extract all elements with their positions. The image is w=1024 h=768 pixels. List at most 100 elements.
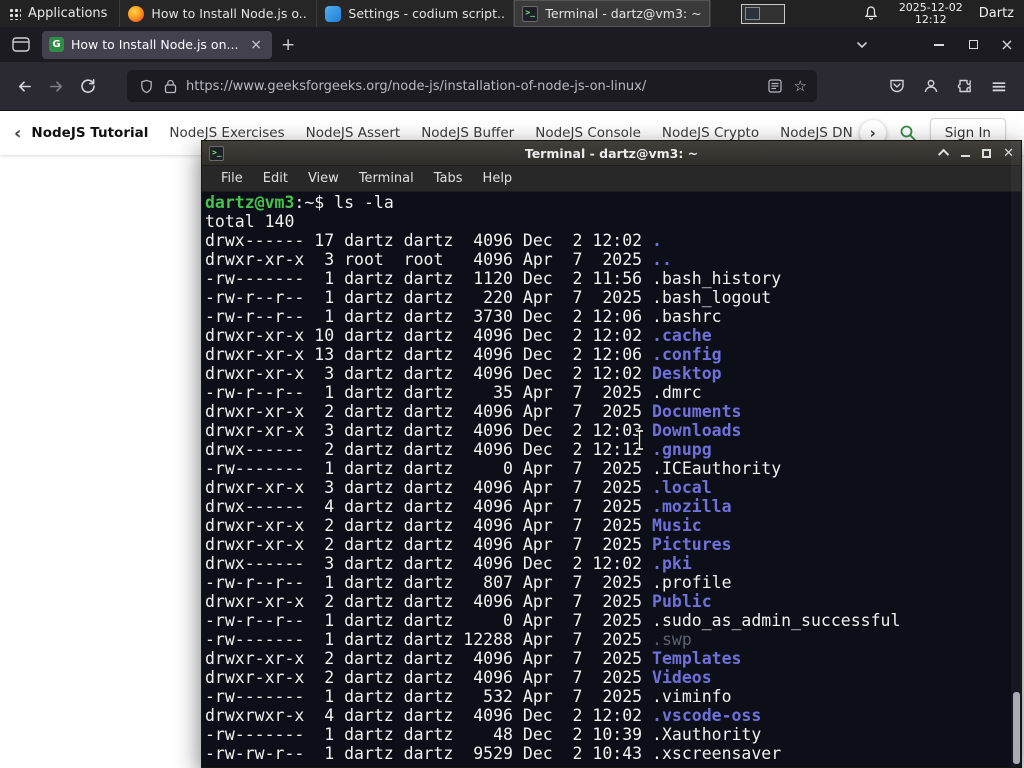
terminal-scrollbar-thumb[interactable] xyxy=(1013,692,1020,764)
browser-window-controls: × xyxy=(922,32,1024,58)
taskbar-window-title: How to Install Node.js o... xyxy=(151,6,309,21)
gfg-nav-item[interactable]: NodeJS Crypto xyxy=(662,125,759,141)
shield-icon[interactable] xyxy=(139,79,154,94)
account-icon[interactable] xyxy=(914,70,948,102)
terminal-menu-edit[interactable]: Edit xyxy=(253,167,298,190)
gfg-nav-item[interactable]: NodeJS Assert xyxy=(306,125,401,141)
firefox-view-icon[interactable] xyxy=(8,33,34,56)
terminal-line: -rw------- 1 dartz dartz 0 Apr 7 2025 .I… xyxy=(205,459,782,478)
gfg-nav-items: NodeJS Tutorial NodeJS Exercises NodeJS As… xyxy=(31,125,851,141)
terminal-menu-file[interactable]: File xyxy=(211,167,253,190)
terminal-line: drwxr-xr-x 3 dartz dartz 4096 Dec 2 12:0… xyxy=(205,364,722,383)
terminal-prompt-line: dartz@vm3:~$ ls -la xyxy=(205,193,394,212)
browser-tab[interactable]: G How to Install Node.js on... × xyxy=(42,30,272,59)
terminal-maximize-icon[interactable] xyxy=(982,148,992,158)
terminal-line: -rw-r--r-- 1 dartz dartz 3730 Dec 2 12:0… xyxy=(205,307,722,326)
gfg-nav-item[interactable]: NodeJS Tutorial xyxy=(31,125,148,141)
gfg-nav-item[interactable]: NodeJS DNS xyxy=(780,125,852,141)
terminal-minimize-icon[interactable] xyxy=(961,155,971,157)
terminal-line: -rw------- 1 dartz dartz 48 Dec 2 10:39 … xyxy=(205,725,762,744)
nav-prev-icon[interactable]: ‹ xyxy=(0,123,31,144)
terminal-line: drwxr-xr-x 3 dartz dartz 4096 Dec 2 12:0… xyxy=(205,421,742,440)
new-tab-icon[interactable]: + xyxy=(272,33,304,57)
workspace-window-thumb xyxy=(744,7,760,20)
url-text: https://www.geeksforgeeks.org/node-js/in… xyxy=(186,78,647,94)
tab-close-icon[interactable]: × xyxy=(247,37,265,53)
taskbar-windows: How to Install Node.js o... Settings - co… xyxy=(120,0,712,27)
terminal-line: drwxr-xr-x 10 dartz dartz 4096 Dec 2 12:… xyxy=(205,326,712,345)
clock-date: 2025-12-02 xyxy=(898,0,963,14)
menu-icon[interactable]: ≡ xyxy=(982,70,1016,102)
window-close-icon[interactable]: × xyxy=(990,32,1024,58)
terminal-line: drwxr-xr-x 2 dartz dartz 4096 Apr 7 2025… xyxy=(205,535,732,554)
terminal-total-line: total 140 xyxy=(205,212,295,231)
lock-icon[interactable] xyxy=(164,79,177,94)
gfg-nav-item[interactable]: NodeJS Console xyxy=(535,125,641,141)
browser-toolbar: https://www.geeksforgeeks.org/node-js/in… xyxy=(0,62,1024,111)
taskbar-window-terminal[interactable]: Terminal - dartz@vm3: ~ xyxy=(514,0,712,27)
bookmark-star-icon[interactable]: ☆ xyxy=(794,77,807,95)
terminal-titlebar[interactable]: Terminal - dartz@vm3: ~ ✕ xyxy=(202,141,1021,166)
terminal-line: -rw-r--r-- 1 dartz dartz 0 Apr 7 2025 .s… xyxy=(205,611,901,630)
url-bar[interactable]: https://www.geeksforgeeks.org/node-js/in… xyxy=(127,70,817,102)
reader-mode-icon[interactable] xyxy=(767,79,782,93)
browser-tab-bar: G How to Install Node.js on... × + × xyxy=(0,27,1024,62)
taskbar-window-codium[interactable]: Settings - codium script... xyxy=(317,0,515,27)
terminal-line: drwxr-xr-x 3 root root 4096 Apr 7 2025 .… xyxy=(205,250,672,269)
terminal-line: -rw-r--r-- 1 dartz dartz 220 Apr 7 2025 … xyxy=(205,288,772,307)
terminal-scrollbar[interactable] xyxy=(1011,141,1021,767)
terminal-line: drwxr-xr-x 2 dartz dartz 4096 Apr 7 2025… xyxy=(205,516,702,535)
taskbar-window-title: Settings - codium script... xyxy=(348,6,506,21)
terminal-line: -rw-r--r-- 1 dartz dartz 35 Apr 7 2025 .… xyxy=(205,383,702,402)
user-label: Dartz xyxy=(978,6,1014,21)
forward-icon[interactable] xyxy=(40,70,72,102)
tab-list-chevron-icon[interactable] xyxy=(850,37,874,53)
gfg-favicon: G xyxy=(49,37,64,52)
toolbar-icons: ≡ xyxy=(880,70,1016,102)
terminal-line: drwx------ 4 dartz dartz 4096 Apr 7 2025… xyxy=(205,497,732,516)
terminal-line: -rw-r--r-- 1 dartz dartz 807 Apr 7 2025 … xyxy=(205,573,732,592)
terminal-shade-icon[interactable] xyxy=(938,148,950,161)
applications-label: Applications xyxy=(28,6,108,21)
terminal-menubar: File Edit View Terminal Tabs Help xyxy=(202,166,1021,192)
firefox-icon xyxy=(128,5,145,22)
terminal-icon xyxy=(209,145,224,161)
terminal-menu-help[interactable]: Help xyxy=(473,167,523,190)
terminal-line: -rw------- 1 dartz dartz 532 Apr 7 2025 … xyxy=(205,687,732,706)
back-icon[interactable] xyxy=(8,70,40,102)
applications-grid-icon xyxy=(8,7,21,20)
terminal-line: -rw-rw-r-- 1 dartz dartz 9529 Dec 2 10:4… xyxy=(205,744,782,763)
reload-icon[interactable] xyxy=(72,70,104,102)
extensions-icon[interactable] xyxy=(948,70,982,102)
gfg-nav-item[interactable]: NodeJS Exercises xyxy=(169,125,284,141)
taskbar-window-firefox[interactable]: How to Install Node.js o... xyxy=(120,0,318,27)
bell-icon[interactable] xyxy=(863,5,879,22)
clock[interactable]: 2025-12-02 12:12 xyxy=(898,0,963,26)
terminal-window-controls: ✕ xyxy=(938,147,1014,161)
terminal-line: drwx------ 17 dartz dartz 4096 Dec 2 12:… xyxy=(205,231,662,250)
terminal-menu-view[interactable]: View xyxy=(298,167,349,190)
terminal-menu-terminal[interactable]: Terminal xyxy=(349,167,424,190)
applications-menu-button[interactable]: Applications xyxy=(0,0,121,27)
terminal-line: drwxr-xr-x 13 dartz dartz 4096 Dec 2 12:… xyxy=(205,345,722,364)
terminal-icon xyxy=(522,5,539,22)
workspace-switcher[interactable] xyxy=(740,3,785,24)
terminal-menu-tabs[interactable]: Tabs xyxy=(424,167,473,190)
terminal-line: -rw------- 1 dartz dartz 12288 Apr 7 202… xyxy=(205,630,692,649)
window-maximize-icon[interactable] xyxy=(956,32,990,58)
terminal-output[interactable]: dartz@vm3:~$ ls -la total 140 drwx------ 1… xyxy=(202,192,1021,767)
pocket-icon[interactable] xyxy=(880,70,914,102)
codium-icon xyxy=(325,5,342,22)
top-panel: Applications How to Install Node.js o...… xyxy=(0,0,1024,27)
terminal-line: drwx------ 2 dartz dartz 4096 Dec 2 12:1… xyxy=(205,440,712,459)
taskbar-window-title: Terminal - dartz@vm3: ~ xyxy=(545,6,702,21)
terminal-line: drwxr-xr-x 2 dartz dartz 4096 Apr 7 2025… xyxy=(205,402,742,421)
tab-title: How to Install Node.js on... xyxy=(71,37,239,52)
terminal-line: drwxr-xr-x 2 dartz dartz 4096 Apr 7 2025… xyxy=(205,649,742,668)
window-minimize-icon[interactable] xyxy=(922,32,956,58)
terminal-line: drwxrwxr-x 4 dartz dartz 4096 Dec 2 12:0… xyxy=(205,706,762,725)
terminal-close-icon[interactable]: ✕ xyxy=(1003,147,1014,160)
gfg-nav-item[interactable]: NodeJS Buffer xyxy=(421,125,514,141)
terminal-title: Terminal - dartz@vm3: ~ xyxy=(524,145,699,161)
terminal-line: -rw------- 1 dartz dartz 1120 Dec 2 11:5… xyxy=(205,269,782,288)
